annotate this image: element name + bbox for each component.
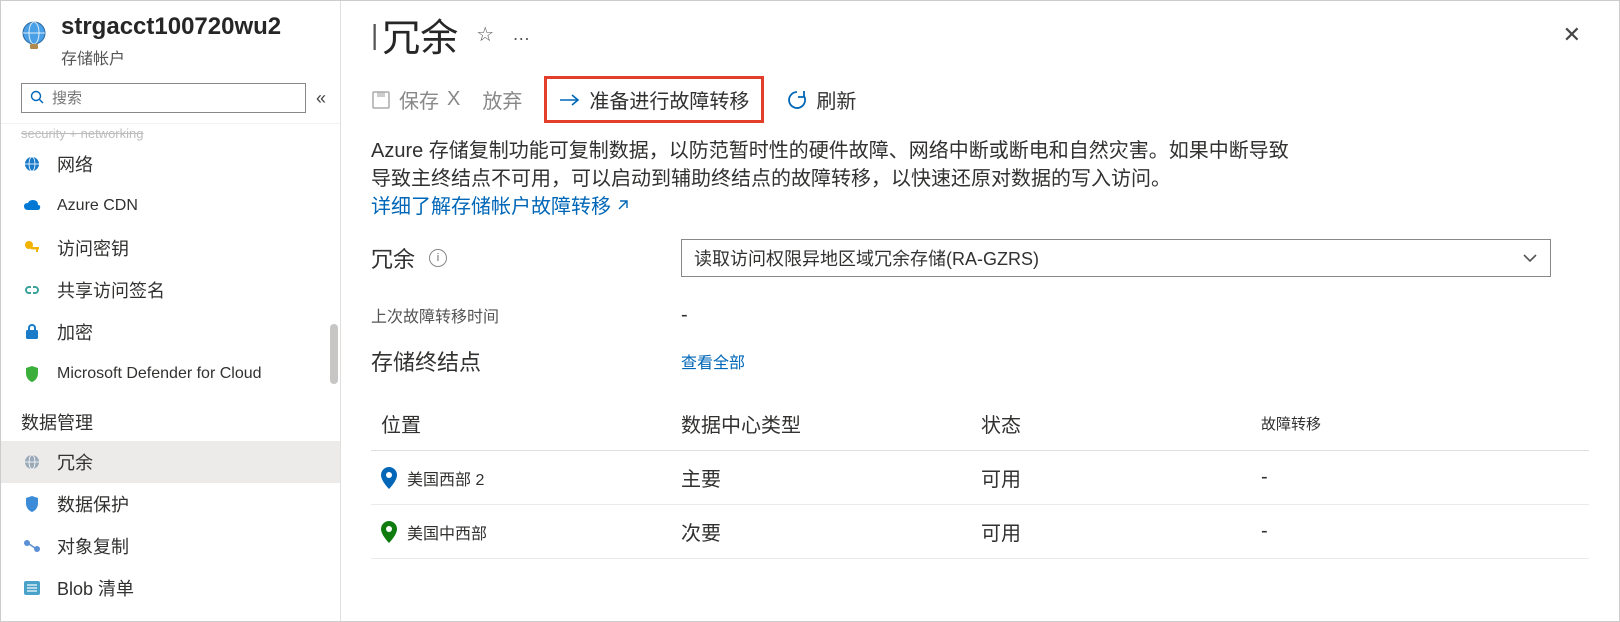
sidebar-item-blob-inventory[interactable]: Blob 清单	[1, 567, 340, 609]
arrow-right-icon	[559, 92, 581, 108]
last-failover-value: -	[681, 304, 688, 327]
globe-icon	[17, 19, 51, 56]
redundancy-label: 冗余 i	[371, 242, 681, 274]
external-link-icon	[615, 193, 629, 221]
refresh-button[interactable]: 刷新	[786, 85, 856, 114]
account-subtitle: 存储帐户	[61, 45, 281, 69]
th-status: 状态	[981, 409, 1261, 438]
sidebar-item-object-replication[interactable]: 对象复制	[1, 525, 340, 567]
prepare-failover-button[interactable]: 准备进行故障转移	[544, 76, 764, 123]
status-value: 可用	[981, 517, 1261, 546]
cloud-icon	[21, 199, 43, 213]
sidebar: strgacct100720wu2 存储帐户 « security + netw…	[1, 1, 341, 621]
account-header: strgacct100720wu2 存储帐户	[1, 9, 340, 73]
location-name: 美国西部 2	[407, 466, 484, 490]
sidebar-section-data-management: 数据管理	[1, 395, 340, 441]
redundancy-select[interactable]: 读取访问权限异地区域冗余存储(RA-GZRS)	[681, 239, 1551, 277]
sidebar-item-encryption[interactable]: 加密	[1, 311, 340, 353]
table-row: 美国西部 2 主要 可用 -	[371, 451, 1589, 505]
x-icon: X	[447, 88, 460, 111]
failover-value: -	[1261, 466, 1521, 489]
th-failover: 故障转移	[1261, 413, 1521, 434]
sidebar-item-label: 访问密钥	[57, 235, 129, 261]
table-header-row: 位置 数据中心类型 状态 故障转移	[371, 397, 1589, 451]
globe-gray-icon	[21, 453, 43, 471]
sidebar-collapse-button[interactable]: «	[316, 88, 326, 109]
discard-button[interactable]: 放弃	[482, 85, 522, 114]
status-value: 可用	[981, 463, 1261, 492]
account-name: strgacct100720wu2	[61, 13, 281, 41]
chevron-down-icon	[1522, 248, 1538, 269]
sidebar-item-sas[interactable]: 共享访问签名	[1, 269, 340, 311]
sidebar-scrollbar-thumb[interactable]	[330, 324, 338, 384]
shield-icon	[21, 365, 43, 383]
endpoints-label: 存储终结点	[371, 345, 681, 377]
search-input[interactable]	[52, 90, 297, 107]
sidebar-search[interactable]	[21, 83, 306, 113]
failover-value: -	[1261, 520, 1521, 543]
sidebar-item-label: Azure CDN	[57, 197, 138, 215]
dc-type-value: 主要	[681, 463, 981, 492]
close-button[interactable]: ✕	[1555, 14, 1589, 56]
map-pin-green-icon	[381, 521, 397, 543]
sidebar-item-label: Microsoft Defender for Cloud	[57, 365, 262, 383]
command-bar: 保存 X 放弃 准备进行故障转移 刷新	[371, 62, 1589, 137]
save-button[interactable]: 保存 X	[371, 85, 460, 114]
sidebar-item-data-protection[interactable]: 数据保护	[1, 483, 340, 525]
sidebar-item-label: 共享访问签名	[57, 277, 165, 303]
main-panel: | 冗余 ☆ … ✕ 保存 X 放弃 准备进行故障转移	[341, 1, 1619, 621]
info-icon[interactable]: i	[429, 249, 447, 267]
search-icon	[30, 90, 44, 107]
lock-icon	[21, 323, 43, 341]
sidebar-nav: security + networking 网络 Azure CDN 访问密钥 …	[1, 123, 340, 621]
link-icon	[21, 283, 43, 297]
refresh-icon	[786, 89, 808, 111]
sidebar-item-label: 网络	[57, 151, 93, 177]
table-row: 美国中西部 次要 可用 -	[371, 505, 1589, 559]
sidebar-item-defender[interactable]: Microsoft Defender for Cloud	[1, 353, 340, 395]
th-location: 位置	[381, 409, 681, 438]
shield-blue-icon	[21, 495, 43, 513]
sidebar-item-label: Blob 清单	[57, 575, 134, 601]
dc-type-value: 次要	[681, 517, 981, 546]
sidebar-item-label: 加密	[57, 319, 93, 345]
sidebar-item-network[interactable]: 网络	[1, 143, 340, 185]
sidebar-item-azure-cdn[interactable]: Azure CDN	[1, 185, 340, 227]
redundancy-select-value: 读取访问权限异地区域冗余存储(RA-GZRS)	[694, 245, 1039, 271]
sidebar-item-access-keys[interactable]: 访问密钥	[1, 227, 340, 269]
map-pin-blue-icon	[381, 467, 397, 489]
th-dc-type: 数据中心类型	[681, 409, 981, 438]
learn-more-link[interactable]: 详细了解存储帐户故障转移	[371, 193, 629, 221]
sidebar-item-label: 对象复制	[57, 533, 129, 559]
description-text: Azure 存储复制功能可复制数据，以防范暂时性的硬件故障、网络中断或断电和自然…	[371, 137, 1561, 221]
sidebar-item-label: 数据保护	[57, 491, 129, 517]
favorite-star-icon[interactable]: ☆	[476, 22, 494, 47]
globe-icon	[21, 155, 43, 173]
key-icon	[21, 239, 43, 257]
sidebar-cutoff-text: security + networking	[1, 124, 340, 143]
list-icon	[21, 580, 43, 596]
save-icon	[371, 90, 391, 110]
sidebar-item-label: 冗余	[57, 449, 93, 475]
page-title: 冗余	[382, 7, 458, 62]
location-name: 美国中西部	[407, 520, 487, 544]
replicate-icon	[21, 538, 43, 554]
sidebar-item-redundancy[interactable]: 冗余	[1, 441, 340, 483]
last-failover-label: 上次故障转移时间	[371, 303, 681, 327]
more-menu-icon[interactable]: …	[512, 24, 531, 45]
location-table: 位置 数据中心类型 状态 故障转移 美国西部 2 主要 可用 - 美国中西部	[371, 397, 1589, 559]
view-all-endpoints-link[interactable]: 查看全部	[681, 349, 745, 373]
